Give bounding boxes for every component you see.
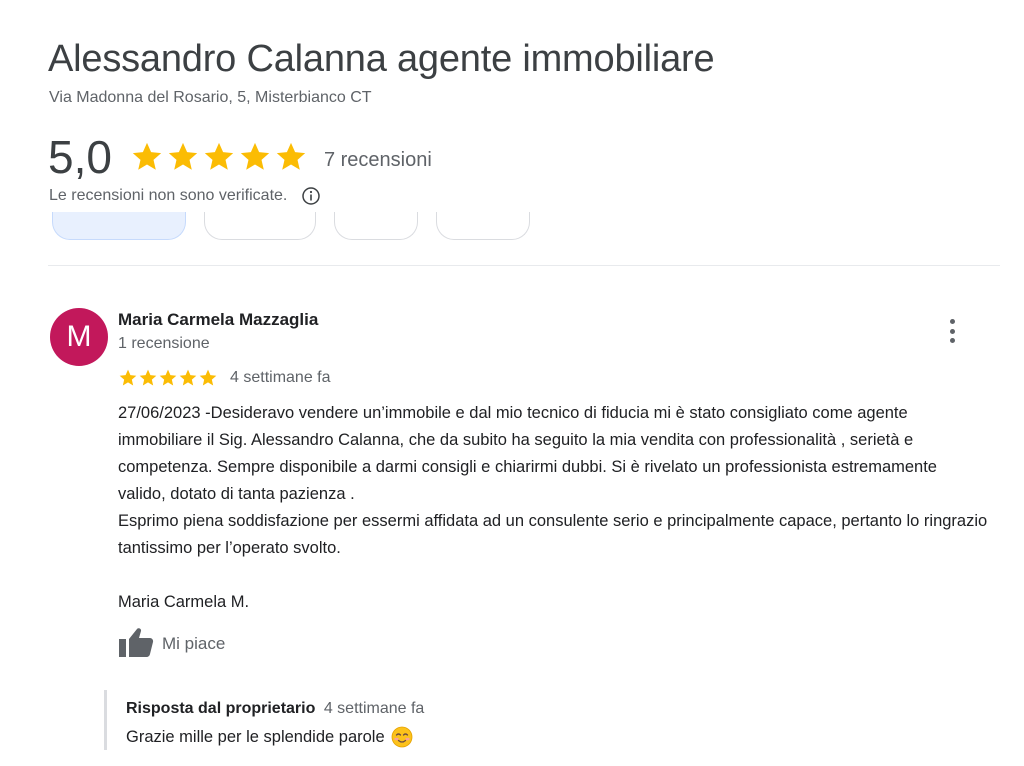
- rating-stars: [130, 140, 308, 174]
- star-icon: [204, 142, 234, 170]
- owner-reply-text: Grazie mille per le splendide parole: [126, 727, 385, 746]
- star-icon: [179, 369, 197, 386]
- star-icon: [119, 369, 137, 386]
- place-address: Via Madonna del Rosario, 5, Misterbianco…: [49, 89, 372, 106]
- smiling-face-icon: [391, 726, 413, 748]
- review-rating-row: 4 settimane fa: [118, 366, 331, 390]
- like-button[interactable]: Mi piace: [118, 626, 226, 663]
- review-stars: [118, 368, 218, 388]
- info-icon[interactable]: [301, 186, 321, 206]
- star-icon: [139, 369, 157, 386]
- star-icon: [132, 142, 162, 170]
- star-icon: [159, 369, 177, 386]
- rating-value: 5,0: [48, 131, 112, 183]
- star-icon: [168, 142, 198, 170]
- review-count-link[interactable]: 7 recensioni: [324, 149, 432, 172]
- filter-chip-1[interactable]: [52, 212, 186, 240]
- star-icon: [276, 142, 306, 170]
- not-verified-text: Le recensioni non sono verificate.: [49, 187, 288, 204]
- reply-divider: [104, 690, 107, 750]
- star-icon: [199, 369, 217, 386]
- like-label: Mi piace: [162, 634, 226, 653]
- reviewer-name[interactable]: Maria Carmela Mazzaglia: [118, 310, 318, 330]
- owner-reply-label: Risposta dal proprietario: [126, 700, 316, 717]
- filter-chip-2[interactable]: [204, 212, 316, 240]
- rating-summary: 5,0 7 recensioni: [48, 132, 432, 182]
- review-date: 4 settimane fa: [230, 369, 331, 386]
- owner-reply-date: 4 settimane fa: [323, 700, 425, 717]
- more-vert-icon[interactable]: [938, 316, 966, 346]
- owner-reply: Grazie mille per le splendide parole: [126, 726, 413, 748]
- section-divider: [48, 265, 1000, 266]
- filter-chip-3[interactable]: [334, 212, 418, 240]
- avatar[interactable]: M: [50, 308, 108, 366]
- place-title: Alessandro Calanna agente immobiliare: [48, 38, 715, 80]
- review-text: 27/06/2023 -Desideravo vendere un’immobi…: [118, 404, 988, 611]
- not-verified-notice: Le recensioni non sono verificate.: [49, 186, 321, 206]
- filter-chip-4[interactable]: [436, 212, 530, 240]
- thumbs-up-icon: [118, 626, 154, 663]
- owner-reply-header: Risposta dal proprietario 4 settimane fa: [126, 700, 424, 718]
- star-icon: [240, 142, 270, 170]
- reviewer-review-count: 1 recensione: [118, 335, 210, 352]
